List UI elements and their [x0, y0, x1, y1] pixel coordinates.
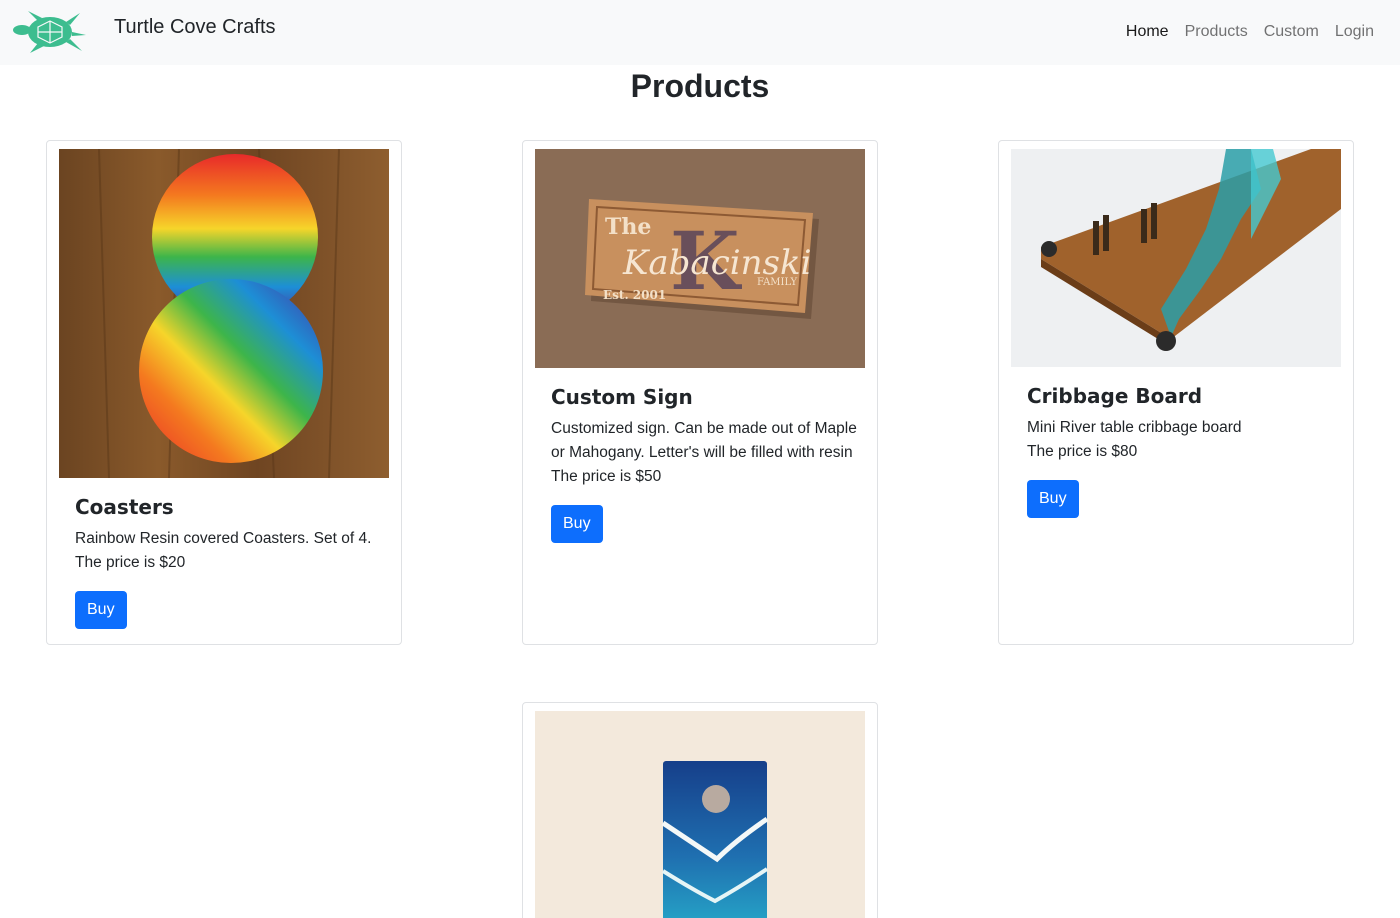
product-description: Customized sign. Can be made out of Mapl…	[551, 420, 857, 461]
product-card-cribbage-board: Cribbage Board Mini River table cribbage…	[998, 140, 1354, 645]
nav-custom[interactable]: Custom	[1256, 22, 1327, 42]
product-card-custom-sign: K The Kabacinski FAMILY Est. 2001 Custom…	[522, 140, 878, 645]
buy-button[interactable]: Buy	[75, 591, 127, 629]
cribbage-board-image	[1011, 149, 1341, 367]
product-description: Mini River table cribbage board	[1027, 419, 1242, 436]
navbar: Turtle Cove Crafts Home Products Custom …	[0, 0, 1400, 65]
nav-home[interactable]: Home	[1118, 22, 1177, 42]
card-body: Custom Sign Customized sign. Can be made…	[551, 385, 861, 543]
product-price: The price is $50	[551, 468, 662, 485]
cornhole-image	[535, 711, 865, 918]
product-description: Rainbow Resin covered Coasters. Set of 4…	[75, 530, 372, 547]
product-name: Cribbage Board	[1027, 384, 1203, 408]
nav-links: Home Products Custom Login	[1118, 22, 1382, 42]
product-price: The price is $80	[1027, 443, 1138, 460]
coasters-image	[59, 149, 389, 478]
product-price: The price is $20	[75, 554, 186, 571]
page-title: Products	[630, 68, 770, 104]
product-card-coasters: Coasters Rainbow Resin covered Coasters.…	[46, 140, 402, 645]
card-body: Coasters Rainbow Resin covered Coasters.…	[75, 495, 385, 629]
sign-the: The	[605, 214, 651, 240]
buy-button[interactable]: Buy	[551, 505, 603, 543]
sign-family: FAMILY	[757, 277, 797, 288]
product-card-cornhole	[522, 702, 878, 918]
product-name: Custom Sign	[551, 385, 693, 409]
card-body: Cribbage Board Mini River table cribbage…	[1027, 384, 1337, 518]
nav-products[interactable]: Products	[1177, 22, 1256, 42]
turtle-logo-icon[interactable]	[8, 9, 88, 55]
custom-sign-image: K The Kabacinski FAMILY Est. 2001	[535, 149, 865, 368]
buy-button[interactable]: Buy	[1027, 480, 1079, 518]
product-name: Coasters	[75, 495, 174, 519]
nav-login[interactable]: Login	[1327, 22, 1382, 42]
sign-est: Est. 2001	[603, 288, 666, 302]
brand-name[interactable]: Turtle Cove Crafts	[114, 15, 276, 39]
